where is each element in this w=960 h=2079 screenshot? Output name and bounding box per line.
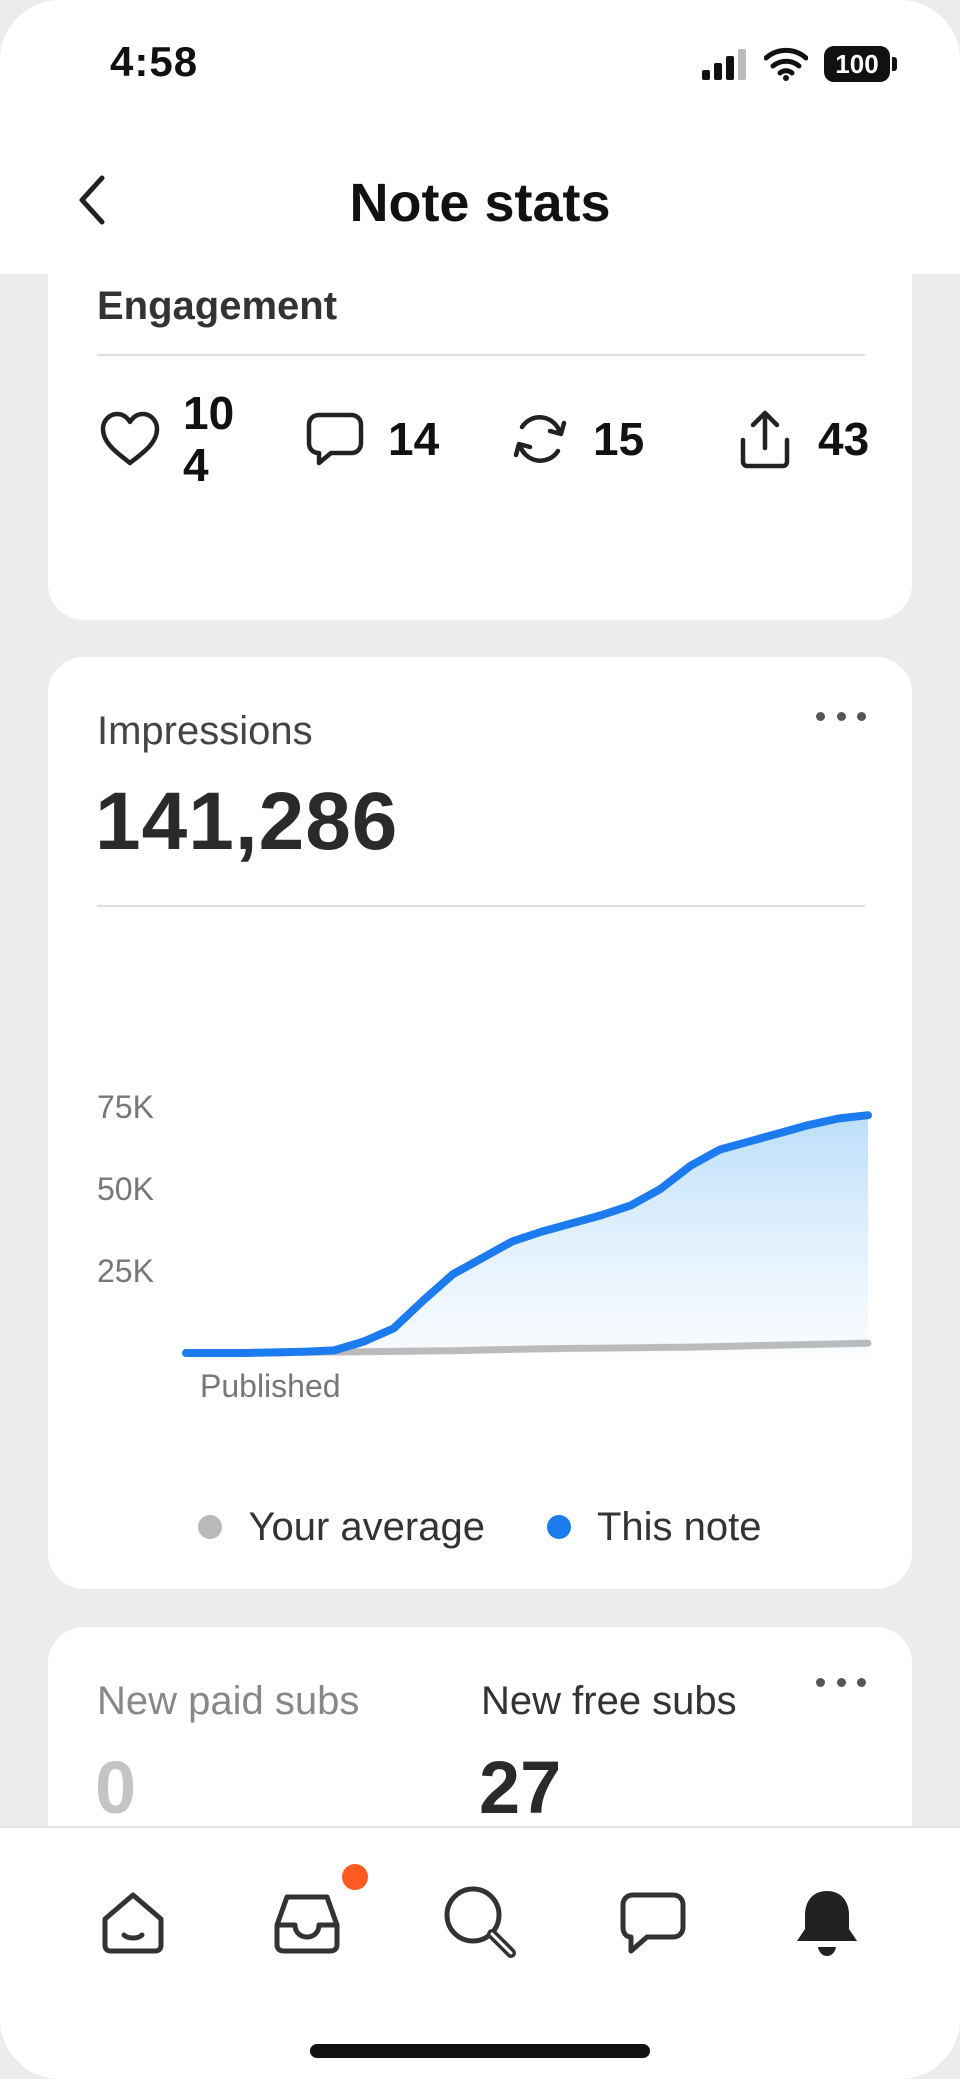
tab-home[interactable] [88,1878,178,1968]
chart-legend: Your average This note [48,1497,912,1557]
impressions-label: Impressions [97,709,313,753]
page-title: Note stats [349,173,611,233]
impressions-card: Impressions 141,286 25K 50K 75K Published [48,657,912,1589]
impressions-chart: 25K 50K 75K Published [97,1089,872,1404]
legend-label: This note [596,1504,762,1549]
subs-more-button[interactable] [816,1667,866,1697]
impressions-value: 141,286 [95,776,399,867]
inbox-icon [274,1894,340,1954]
comment-icon [302,406,368,472]
tab-chat[interactable] [608,1878,698,1968]
engagement-title: Engagement [97,284,338,328]
wifi-icon [764,47,808,81]
paid-subs-value: 0 [95,1746,137,1826]
heart-icon [97,406,163,472]
legend-item-this-note[interactable]: This note [546,1504,762,1550]
paid-subs-label: New paid subs [97,1679,360,1723]
engagement-row: 104 14 15 43 [97,374,873,504]
free-subs-value: 27 [479,1746,562,1826]
y-tick-label: 25K [97,1253,154,1289]
restack-icon [507,406,573,472]
comments-stat[interactable]: 14 [302,374,439,504]
shares-stat[interactable]: 43 [732,374,878,504]
y-tick-label: 50K [97,1171,154,1207]
shares-count: 43 [818,413,870,465]
notification-badge [342,1864,368,1890]
home-indicator [310,2044,650,2058]
likes-count: 104 [183,387,235,491]
nav-header: Note stats [0,120,960,274]
legend-dot-gray [198,1515,223,1539]
status-time: 4:58 [110,38,199,85]
divider [97,354,865,356]
battery-level: 100 [835,49,879,79]
chat-icon [620,1892,686,1954]
y-tick-label: 75K [97,1089,154,1125]
status-bar: 4:58 100 [0,0,960,120]
more-horizontal-icon [816,711,825,721]
chart-series [182,1111,872,1357]
subscribers-card: New paid subs 0 New free subs 27 [48,1627,912,1826]
share-icon [732,406,798,472]
restacks-count: 15 [593,413,645,465]
search-icon [444,1886,516,1958]
y-axis-ticks: 25K 50K 75K [97,1089,154,1289]
x-axis-label: Published [200,1368,341,1404]
tab-notifications[interactable] [782,1878,872,1968]
comments-count: 14 [388,413,440,465]
divider [97,905,865,907]
home-icon [102,1892,164,1954]
restacks-stat[interactable]: 15 [507,374,644,504]
impressions-more-button[interactable] [816,701,866,731]
cellular-signal-icon [702,49,746,80]
stats-scroll-area[interactable]: Engagement 104 14 15 43 Impressions 141,… [0,274,960,1826]
legend-item-your-average[interactable]: Your average [198,1504,485,1550]
tab-search[interactable] [436,1878,526,1968]
battery-icon: 100 [824,46,898,82]
tab-inbox[interactable] [262,1878,352,1968]
legend-label: Your average [248,1504,485,1549]
more-horizontal-icon [816,1677,825,1687]
free-subs-label: New free subs [481,1679,737,1723]
tab-bar [0,1826,960,2079]
legend-dot-blue [546,1515,571,1539]
notifications-icon [797,1891,857,1956]
engagement-card: Engagement 104 14 15 43 [48,274,912,620]
likes-stat[interactable]: 104 [97,374,243,504]
app-screen: 4:58 100 Note stats Engagement 104 14 15… [0,0,960,2079]
status-icons: 100 [700,44,898,84]
